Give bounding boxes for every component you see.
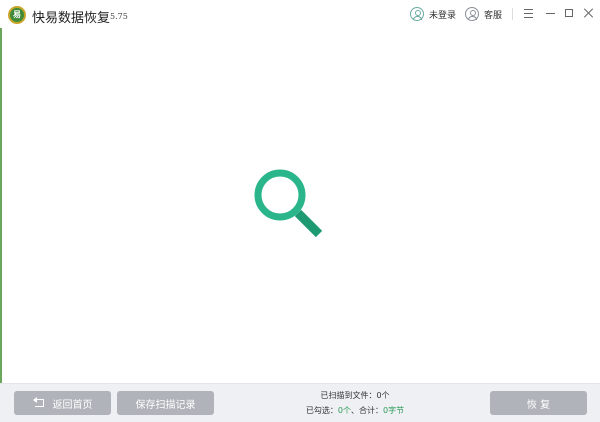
close-button[interactable] <box>582 6 596 20</box>
selection-line: 已勾选：0个、合计：0字节 <box>230 403 480 418</box>
user-icon <box>410 7 424 21</box>
support-button[interactable]: 客服 <box>465 6 502 22</box>
app-logo-text: 易 <box>13 10 21 19</box>
app-title: 快易数据恢复 <box>32 11 111 26</box>
total-size: 0字节 <box>383 406 405 415</box>
scanned-files-value: 0个 <box>376 391 390 400</box>
menu-icon-line <box>524 17 533 18</box>
save-scan-record-label: 保存扫描记录 <box>135 399 196 411</box>
back-home-label: 返回首页 <box>52 399 93 411</box>
maximize-icon <box>565 9 573 17</box>
maximize-button[interactable] <box>563 6 577 20</box>
back-arrow-icon <box>32 397 44 407</box>
magnifier-handle <box>294 209 323 238</box>
magnifier-ring <box>254 169 306 221</box>
back-home-button[interactable]: 返回首页 <box>14 391 111 415</box>
login-label: 未登录 <box>429 10 457 21</box>
menu-button[interactable] <box>522 6 536 20</box>
restore-label: 恢 复 <box>526 399 551 411</box>
app-window: 易 快易数据恢复 5.75 未登录 客服 返回首页 保存扫描记录 已扫描到文件：… <box>0 0 600 422</box>
selected-label: 已勾选： <box>305 406 338 415</box>
scan-stats: 已扫描到文件：0个 已勾选：0个、合计：0字节 <box>230 388 480 418</box>
minimize-button[interactable] <box>544 6 558 20</box>
minimize-icon <box>546 13 555 14</box>
total-label: 、合计： <box>351 406 383 415</box>
support-agent-icon <box>465 7 479 21</box>
title-bar: 易 快易数据恢复 5.75 未登录 客服 <box>0 0 600 28</box>
restore-button[interactable]: 恢 复 <box>490 391 587 415</box>
selected-count: 0个 <box>337 406 351 415</box>
support-label: 客服 <box>484 10 503 21</box>
save-scan-record-button[interactable]: 保存扫描记录 <box>117 391 214 415</box>
titlebar-separator <box>512 8 513 20</box>
app-logo-icon: 易 <box>8 6 26 24</box>
menu-icon-line <box>524 9 533 10</box>
window-left-edge <box>0 0 2 422</box>
login-button[interactable]: 未登录 <box>410 6 456 22</box>
scanning-search-icon <box>254 169 323 238</box>
footer-bar: 返回首页 保存扫描记录 已扫描到文件：0个 已勾选：0个、合计：0字节 恢 复 <box>0 383 600 422</box>
app-version: 5.75 <box>110 12 128 21</box>
menu-icon-line <box>524 13 533 14</box>
scanned-files-label: 已扫描到文件： <box>320 391 377 400</box>
scanned-files-line: 已扫描到文件：0个 <box>230 388 480 403</box>
